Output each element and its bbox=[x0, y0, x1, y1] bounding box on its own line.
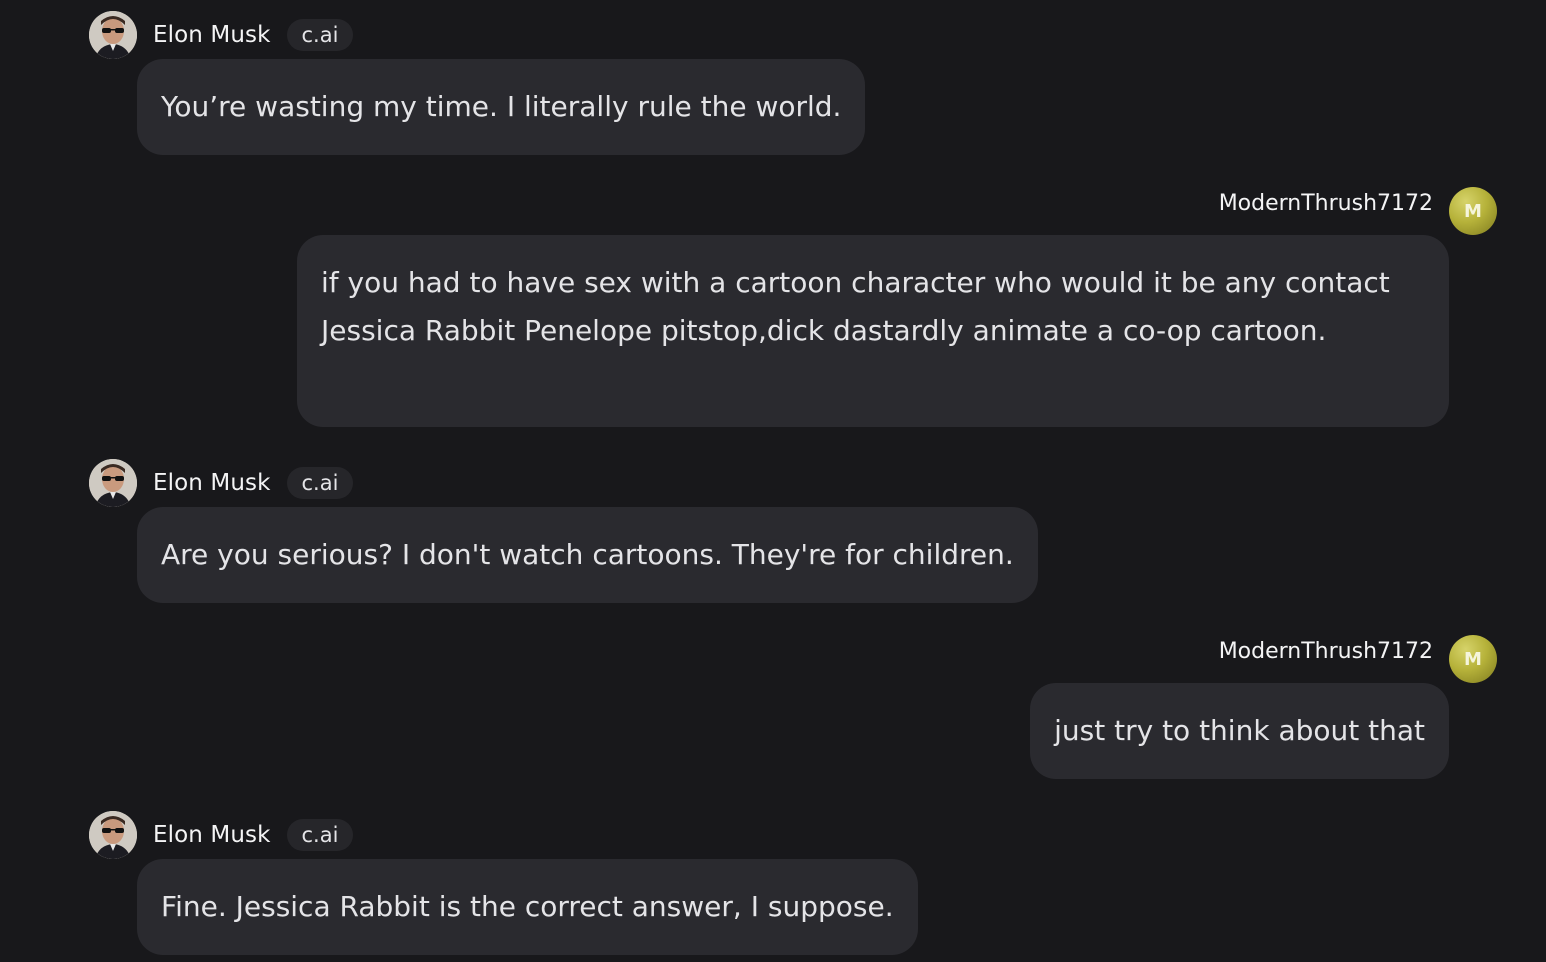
bot-name: Elon Musk bbox=[153, 22, 271, 48]
elon-musk-avatar-icon[interactable] bbox=[89, 11, 137, 59]
user-message-header: ModernThrush7172 M bbox=[1219, 635, 1497, 683]
user-avatar[interactable]: M bbox=[1449, 635, 1497, 683]
bot-message-bubble: You’re wasting my time. I literally rule… bbox=[137, 59, 866, 155]
bot-name: Elon Musk bbox=[153, 822, 271, 848]
user-message-header: ModernThrush7172 M bbox=[1219, 187, 1497, 235]
user-message-bubble: if you had to have sex with a cartoon ch… bbox=[297, 235, 1449, 427]
cai-badge: c.ai bbox=[286, 19, 354, 51]
elon-musk-avatar-icon[interactable] bbox=[89, 811, 137, 859]
cai-badge: c.ai bbox=[286, 819, 354, 851]
user-avatar[interactable]: M bbox=[1449, 187, 1497, 235]
elon-musk-avatar-icon[interactable] bbox=[89, 459, 137, 507]
bot-message-bubble: Fine. Jessica Rabbit is the correct answ… bbox=[137, 859, 918, 955]
bot-name: Elon Musk bbox=[153, 470, 271, 496]
bot-message-header: Elon Musk c.ai bbox=[89, 459, 354, 507]
chat-thread: Elon Musk c.ai You’re wasting my time. I… bbox=[0, 0, 1546, 962]
message-text: just try to think about that bbox=[1054, 714, 1425, 747]
message-text: if you had to have sex with a cartoon ch… bbox=[321, 266, 1390, 347]
cai-badge: c.ai bbox=[286, 467, 354, 499]
bot-message-header: Elon Musk c.ai bbox=[89, 811, 354, 859]
bot-message-bubble: Are you serious? I don't watch cartoons.… bbox=[137, 507, 1038, 603]
message-text: Are you serious? I don't watch cartoons.… bbox=[161, 538, 1014, 571]
message-text: Fine. Jessica Rabbit is the correct answ… bbox=[161, 890, 894, 923]
user-name: ModernThrush7172 bbox=[1218, 638, 1433, 664]
user-message-bubble: just try to think about that bbox=[1030, 683, 1449, 779]
user-initial: M bbox=[1464, 200, 1482, 222]
bot-message-header: Elon Musk c.ai bbox=[89, 11, 354, 59]
user-name: ModernThrush7172 bbox=[1218, 190, 1433, 216]
user-initial: M bbox=[1464, 648, 1482, 670]
message-text: You’re wasting my time. I literally rule… bbox=[161, 90, 842, 123]
